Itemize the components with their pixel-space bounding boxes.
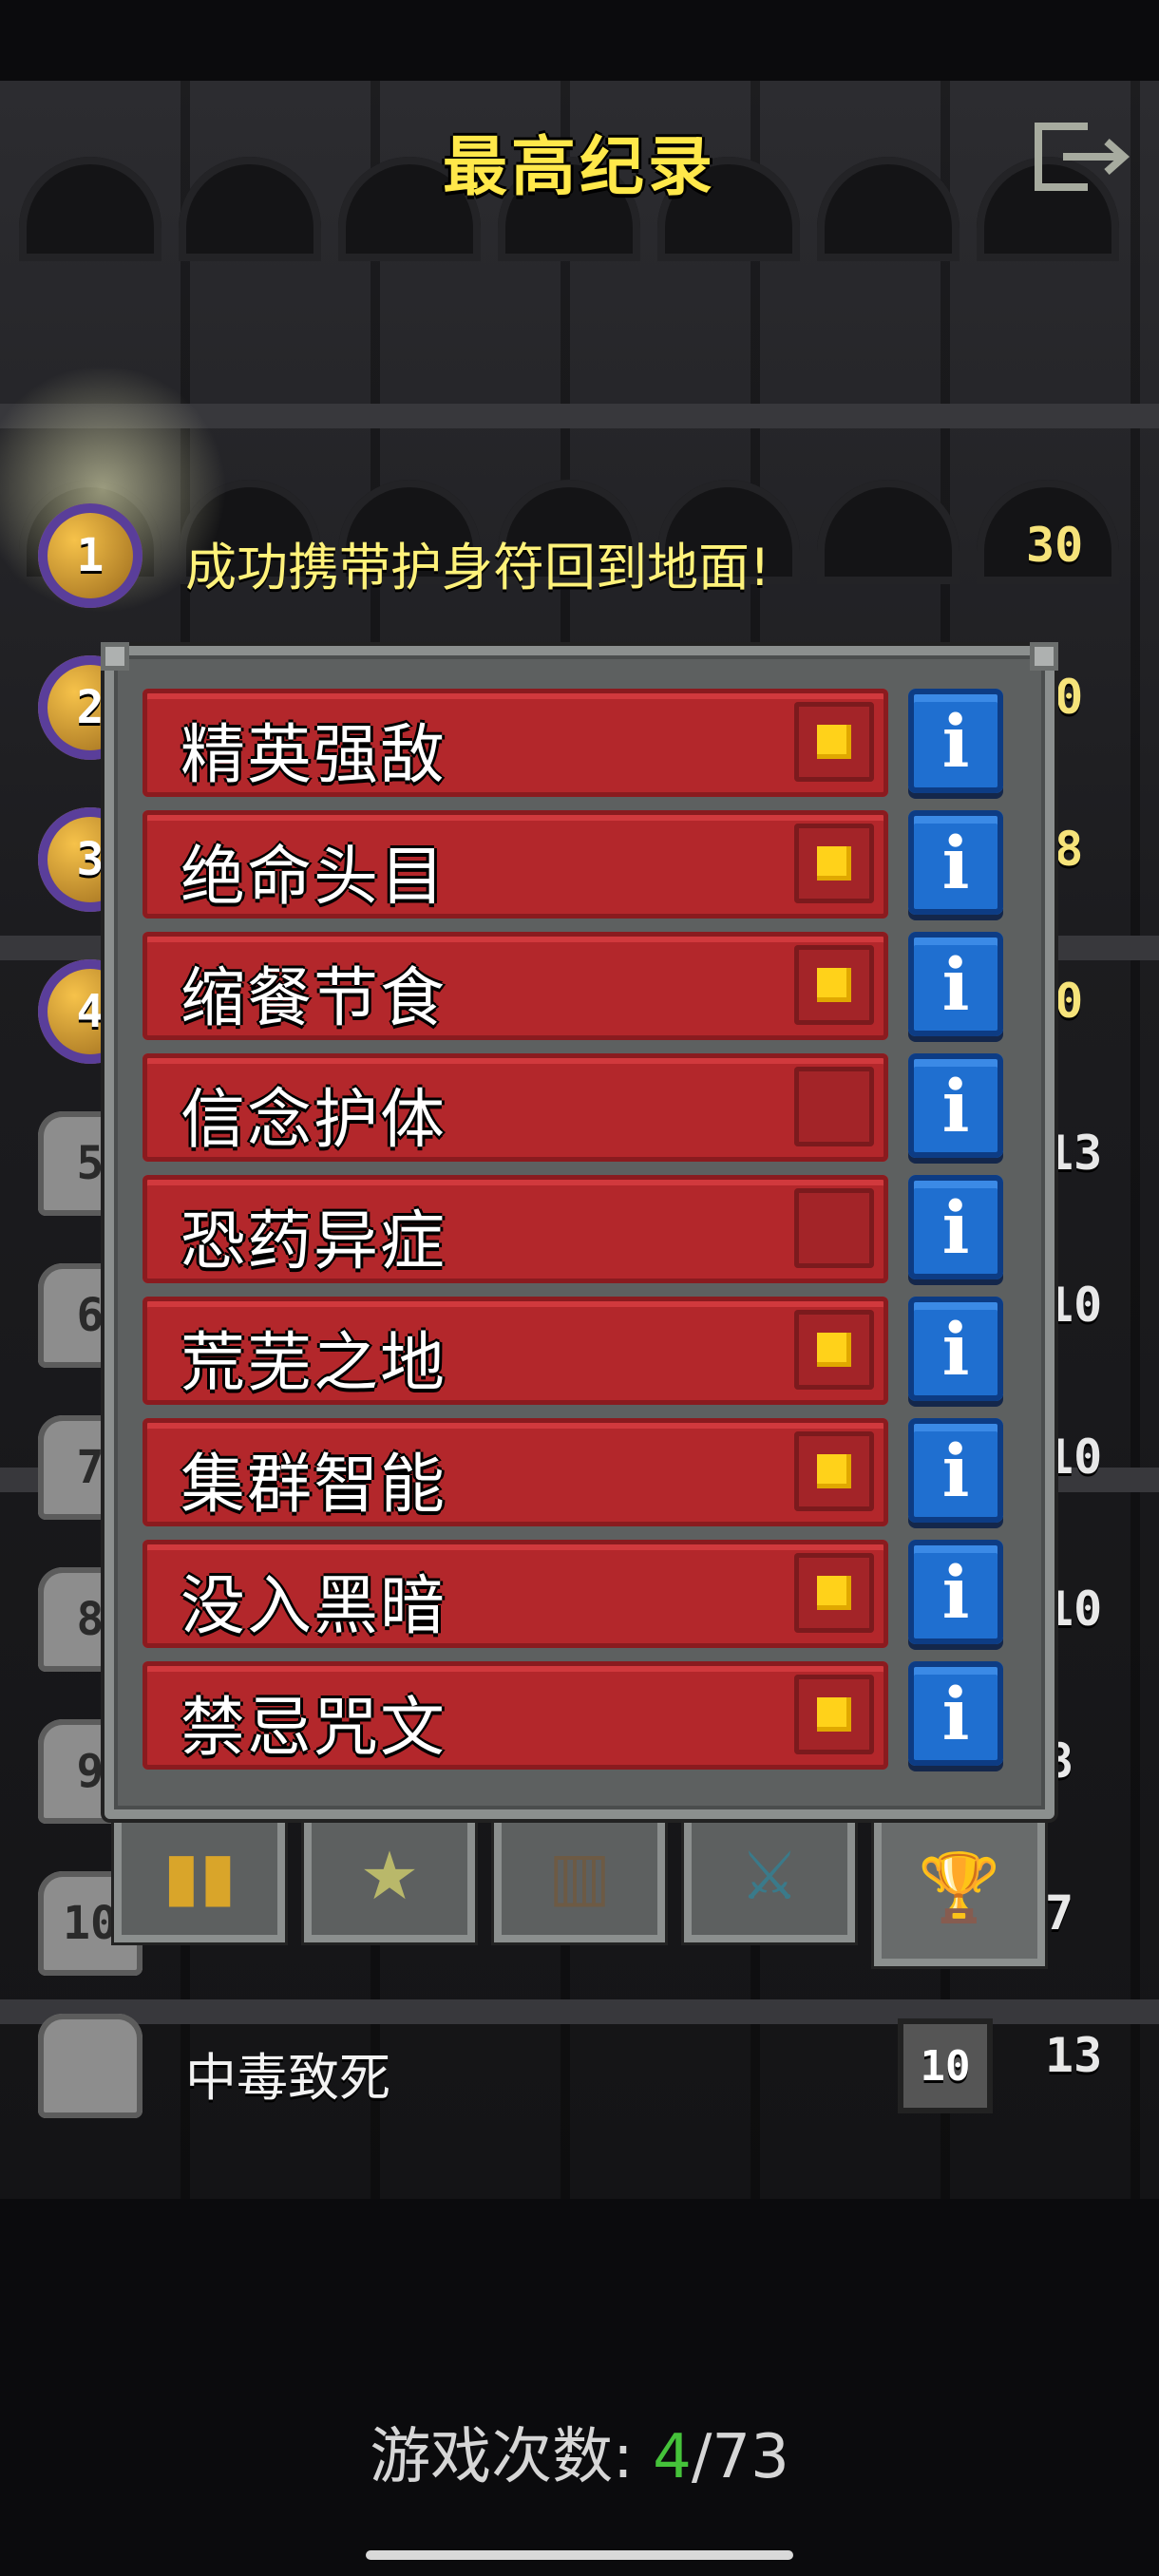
challenge-toggle[interactable]: 精英强敌 [142, 689, 888, 797]
challenge-toggle[interactable]: 信念护体 [142, 1053, 888, 1162]
challenge-toggle[interactable]: 荒芜之地 [142, 1297, 888, 1405]
challenge-name: 恐药异症 [180, 1204, 447, 1279]
challenge-name: 缩餐节食 [180, 961, 447, 1036]
challenge-name: 绝命头目 [180, 840, 447, 915]
challenge-name: 精英强敌 [180, 718, 447, 793]
challenge-checkbox[interactable] [794, 702, 874, 782]
games-played: 游戏次数: 4/73 [0, 2408, 1159, 2495]
stats-icon: ▮▮ [162, 1837, 237, 1915]
challenge-checkbox[interactable] [794, 1067, 874, 1146]
record-depth: 30 [1026, 518, 1084, 573]
challenge-row[interactable]: 绝命头目 i [142, 810, 1003, 922]
challenge-name: 荒芜之地 [180, 1326, 447, 1401]
exit-icon [1035, 123, 1130, 191]
info-button[interactable]: i [908, 1540, 1003, 1644]
badges-icon: ★ [359, 1837, 420, 1915]
challenge-row[interactable]: 缩餐节食 i [142, 932, 1003, 1044]
info-button[interactable]: i [908, 1418, 1003, 1523]
challenge-row[interactable]: 禁忌咒文 i [142, 1661, 1003, 1773]
record-level: 10 [898, 2018, 993, 2113]
challenge-checkbox[interactable] [794, 1431, 874, 1511]
record-row[interactable]: 1 成功携带护身符回到地面! 30 [0, 480, 1159, 622]
info-button[interactable]: i [908, 1175, 1003, 1279]
rankings-screen: 最高纪录 1 成功携带护身符回到地面! 30 2 30 3 28 4 30 5 … [0, 0, 1159, 2576]
window-tabs: ▮▮ ★ ▥ ⚔ 🏆 [114, 1809, 1045, 1966]
tab-challenges[interactable]: 🏆 [874, 1809, 1045, 1966]
challenge-toggle[interactable]: 绝命头目 [142, 810, 888, 919]
tab-stats[interactable]: ▮▮ [114, 1809, 285, 1942]
challenge-row[interactable]: 精英强敌 i [142, 689, 1003, 801]
challenge-name: 信念护体 [180, 1083, 447, 1158]
games-won-count: 4 [653, 2422, 692, 2492]
challenge-name: 没入黑暗 [180, 1569, 447, 1644]
challenge-row[interactable]: 信念护体 i [142, 1053, 1003, 1165]
home-indicator[interactable] [366, 2550, 793, 2560]
challenge-row[interactable]: 没入黑暗 i [142, 1540, 1003, 1652]
challenge-toggle[interactable]: 恐药异症 [142, 1175, 888, 1283]
info-button[interactable]: i [908, 1053, 1003, 1158]
challenges-dialog: 精英强敌 i 绝命头目 i 缩餐节食 i 信念护体 i 恐药异症 i 荒芜之地 … [101, 642, 1058, 1819]
challenge-row[interactable]: 恐药异症 i [142, 1175, 1003, 1287]
info-button[interactable]: i [908, 1661, 1003, 1766]
info-button[interactable]: i [908, 1297, 1003, 1401]
challenge-toggle[interactable]: 禁忌咒文 [142, 1661, 888, 1770]
tab-journal[interactable]: ▥ [494, 1809, 665, 1942]
info-button[interactable]: i [908, 810, 1003, 915]
challenge-name: 禁忌咒文 [180, 1691, 447, 1766]
catalog-icon: ⚔ [739, 1837, 800, 1915]
challenge-checkbox[interactable] [794, 1188, 874, 1268]
challenge-row[interactable]: 荒芜之地 i [142, 1297, 1003, 1409]
challenge-checkbox[interactable] [794, 1675, 874, 1754]
challenge-toggle[interactable]: 集群智能 [142, 1418, 888, 1526]
games-separator: / [691, 2422, 712, 2492]
dialog-corner [1030, 642, 1058, 671]
record-depth: 13 [1045, 2028, 1103, 2083]
games-total-count: 73 [712, 2422, 789, 2492]
challenge-checkbox[interactable] [794, 945, 874, 1025]
record-description: 成功携带护身符回到地面! [185, 538, 770, 597]
record-row[interactable]: 中毒致死 10 13 [0, 1990, 1159, 2132]
journal-icon: ▥ [547, 1837, 612, 1915]
tombstone-icon [38, 2014, 142, 2118]
challenge-checkbox[interactable] [794, 1310, 874, 1390]
record-description: 中毒致死 [185, 2048, 390, 2108]
challenge-name: 集群智能 [180, 1448, 447, 1523]
challenge-row[interactable]: 集群智能 i [142, 1418, 1003, 1530]
info-button[interactable]: i [908, 689, 1003, 793]
challenge-toggle[interactable]: 缩餐节食 [142, 932, 888, 1040]
tab-catalog[interactable]: ⚔ [684, 1809, 855, 1942]
challenge-checkbox[interactable] [794, 824, 874, 903]
games-played-label: 游戏次数: [370, 2422, 634, 2492]
tab-badges[interactable]: ★ [304, 1809, 475, 1942]
trophy-icon: 🏆 [918, 1848, 1001, 1926]
challenge-toggle[interactable]: 没入黑暗 [142, 1540, 888, 1648]
record-depth: 7 [1045, 1885, 1074, 1941]
page-title: 最高纪录 [442, 130, 716, 205]
dialog-corner [101, 642, 129, 671]
info-button[interactable]: i [908, 932, 1003, 1036]
rank-badge: 1 [38, 503, 142, 608]
challenge-checkbox[interactable] [794, 1553, 874, 1633]
exit-button[interactable] [1031, 119, 1135, 195]
